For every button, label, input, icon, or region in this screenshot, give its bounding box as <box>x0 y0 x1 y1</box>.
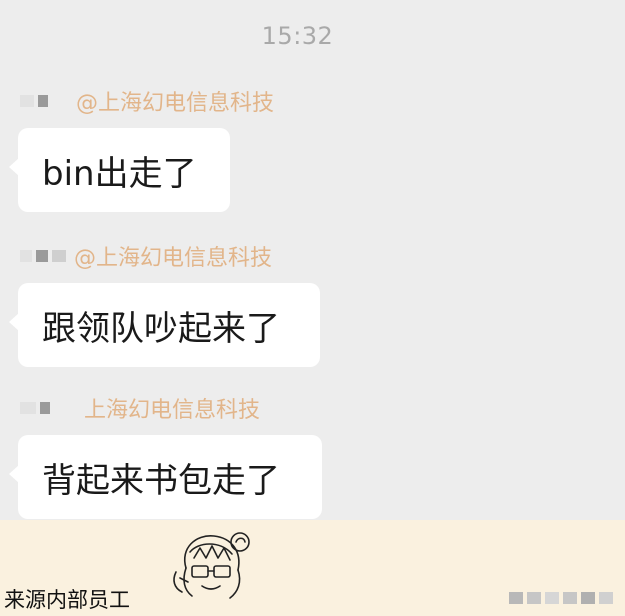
sender-name: @上海幻电信息科技 <box>74 246 273 271</box>
chat-screenshot: 15:32 @上海幻电信息科技 bin出走了 @上海幻电信息科技 跟领队吵起来了… <box>0 0 625 520</box>
blurred-avatar-icon <box>20 402 36 414</box>
message-text: 跟领队吵起来了 <box>42 308 280 349</box>
sender-name: @上海幻电信息科技 <box>76 91 275 116</box>
message-bubble[interactable]: bin出走了 <box>9 128 230 212</box>
blurred-name-icon <box>38 95 48 107</box>
chat-timestamp: 15:32 <box>261 22 334 50</box>
blurred-name-icon <box>40 402 50 414</box>
sender-row: @上海幻电信息科技 <box>20 243 273 271</box>
message-bubble[interactable]: 背起来书包走了 <box>9 435 322 519</box>
blurred-avatar-icon <box>20 95 34 107</box>
message-bubble[interactable]: 跟领队吵起来了 <box>9 283 320 367</box>
pixelated-watermark-icon <box>509 592 613 604</box>
message-text: bin出走了 <box>42 153 197 194</box>
message-text: 背起来书包走了 <box>42 460 280 501</box>
sender-row: 上海幻电信息科技 <box>20 395 261 423</box>
blurred-name-icon <box>36 250 48 262</box>
sender-row: @上海幻电信息科技 <box>20 88 275 116</box>
blurred-name-icon <box>52 250 66 262</box>
sender-name: 上海幻电信息科技 <box>84 398 261 423</box>
blurred-avatar-icon <box>20 250 32 262</box>
caption-text: 来源内部员工 <box>4 588 130 612</box>
anime-girl-sticker-icon <box>173 532 250 599</box>
